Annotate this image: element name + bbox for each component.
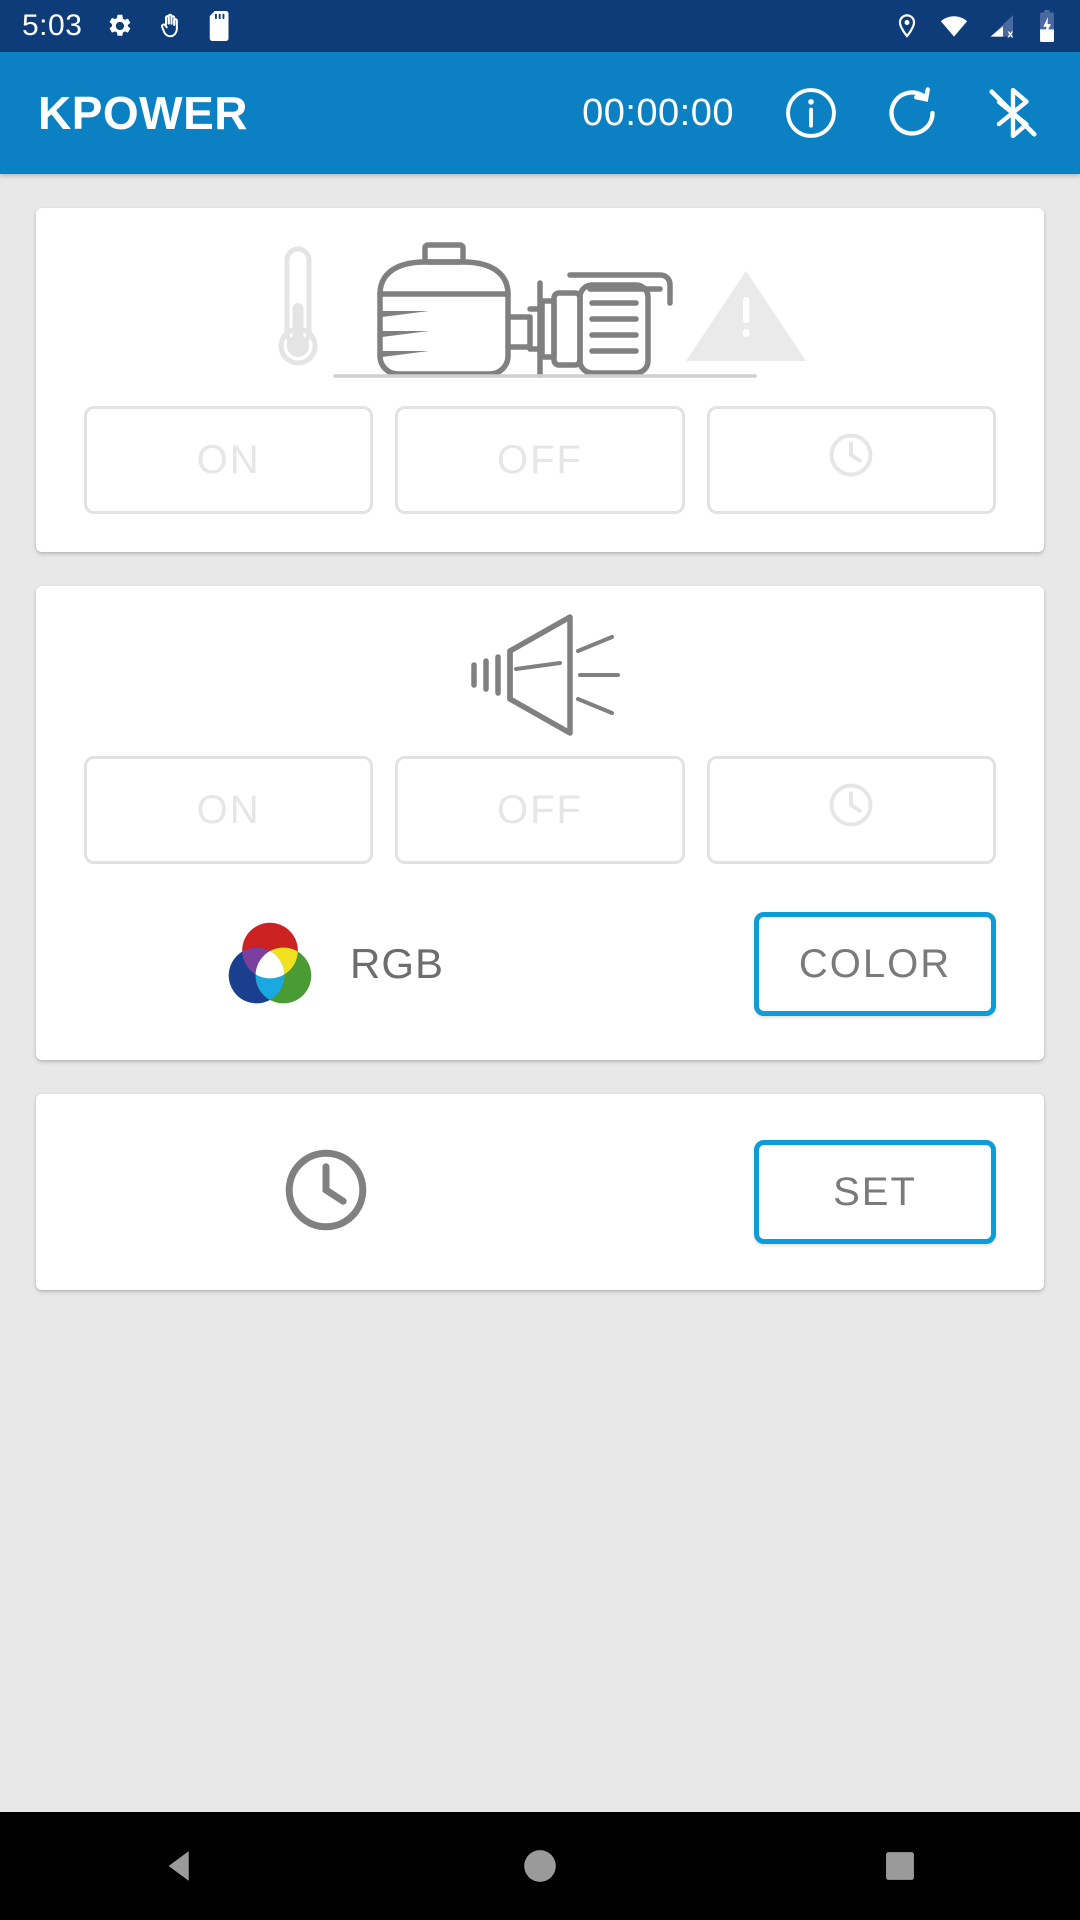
cellular-signal-off-icon: x xyxy=(988,11,1018,41)
status-bar-clock: 5:03 xyxy=(22,9,83,42)
pump-motor-thermometer-warning-illustration xyxy=(36,208,1044,386)
gear-icon xyxy=(104,11,134,41)
phone-screen: 5:03 x KPOWER 00:00:00 ON OFF ON OFF RGB… xyxy=(0,0,1080,1920)
svg-text:x: x xyxy=(1007,28,1013,40)
home-circle-icon[interactable] xyxy=(450,1812,630,1920)
reset-icon[interactable] xyxy=(882,83,942,143)
wifi-icon xyxy=(938,11,970,41)
timer-row: SET xyxy=(36,1094,1044,1290)
siren-on-button[interactable]: ON xyxy=(84,756,374,864)
bluetooth-icon[interactable] xyxy=(984,82,1042,144)
sd-card-icon xyxy=(208,11,234,41)
clock-icon xyxy=(825,429,877,491)
app-bar-timer: 00:00:00 xyxy=(582,91,734,134)
siren-card: ON OFF RGB COLOR xyxy=(36,586,1044,1060)
info-icon[interactable] xyxy=(782,84,840,142)
rgb-label: RGB xyxy=(350,940,445,987)
rgb-row: RGB COLOR xyxy=(36,902,1044,1060)
status-bar-left: 5:03 xyxy=(22,11,234,41)
back-triangle-icon[interactable] xyxy=(90,1812,270,1920)
color-button[interactable]: COLOR xyxy=(754,912,996,1016)
battery-charging-icon xyxy=(1036,10,1058,42)
hand-icon xyxy=(156,11,186,41)
pump-off-button[interactable]: OFF xyxy=(395,406,685,514)
recents-square-icon[interactable] xyxy=(810,1812,990,1920)
page-title: KPOWER xyxy=(38,87,248,139)
rgb-venn-icon xyxy=(222,916,318,1012)
siren-off-button[interactable]: OFF xyxy=(395,756,685,864)
set-button[interactable]: SET xyxy=(754,1140,996,1244)
pump-on-button[interactable]: ON xyxy=(84,406,374,514)
horn-speaker-illustration xyxy=(36,586,1044,736)
app-bar-actions: 00:00:00 xyxy=(582,82,1042,144)
timer-card: SET xyxy=(36,1094,1044,1290)
pump-button-row: ON OFF xyxy=(36,386,1044,552)
status-bar: 5:03 x xyxy=(0,0,1080,52)
pump-timer-button[interactable] xyxy=(706,406,996,514)
clock-icon xyxy=(278,1142,374,1243)
siren-button-row: ON OFF xyxy=(36,736,1044,902)
pump-card: ON OFF xyxy=(36,208,1044,552)
location-icon xyxy=(894,11,920,41)
system-nav-bar xyxy=(0,1812,1080,1920)
siren-timer-button[interactable] xyxy=(706,756,996,864)
app-bar: KPOWER 00:00:00 xyxy=(0,52,1080,174)
clock-icon xyxy=(825,779,877,841)
status-bar-right: x xyxy=(894,10,1058,42)
main-content: ON OFF ON OFF RGB COLOR SET xyxy=(0,174,1080,1812)
